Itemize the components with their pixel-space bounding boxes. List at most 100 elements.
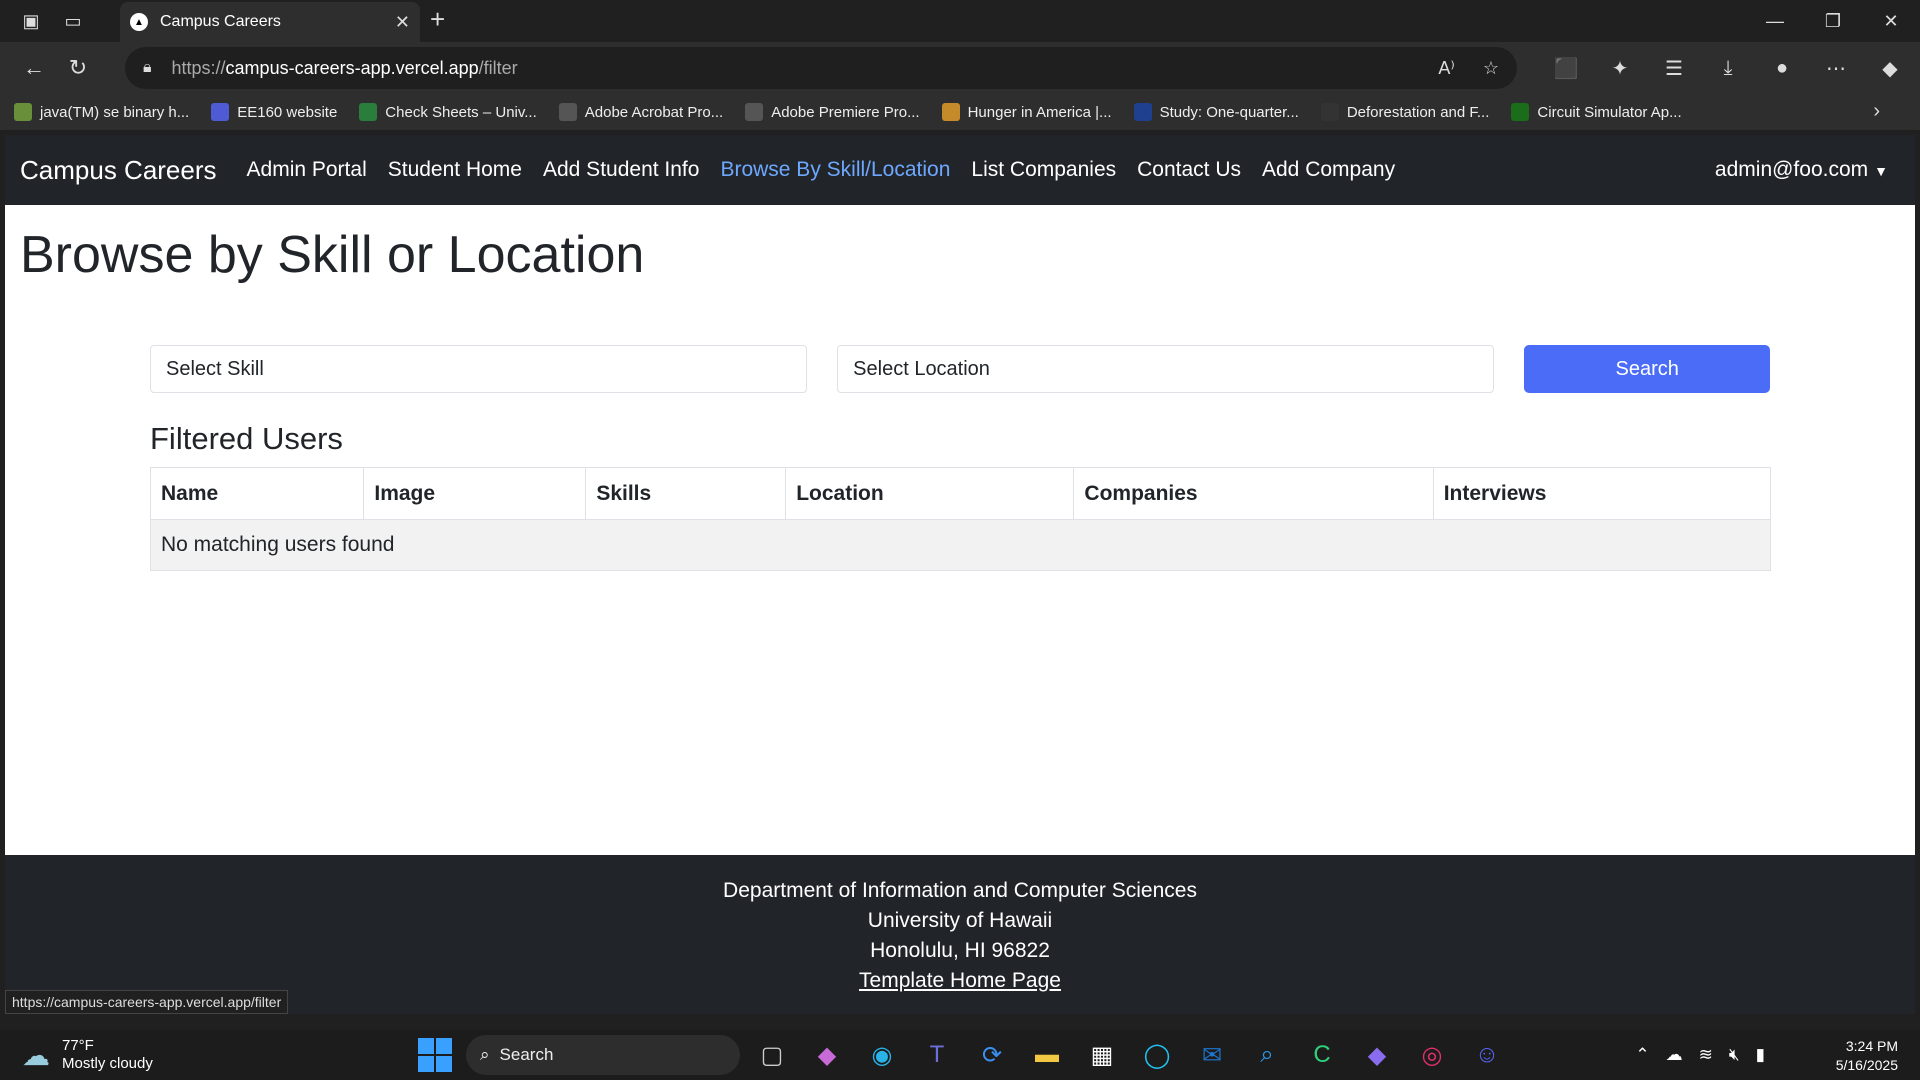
- taskbar-clock[interactable]: 3:24 PM 5/16/2025: [1836, 1037, 1898, 1075]
- alexa-icon[interactable]: ◯: [1137, 1035, 1177, 1075]
- user-dropdown[interactable]: admin@foo.com ▼: [1715, 158, 1888, 182]
- status-bar-url: https://campus-careers-app.vercel.app/fi…: [5, 990, 289, 1014]
- search-icon: ⌕: [480, 1045, 490, 1064]
- bookmark-item[interactable]: java(TM) se binary h...: [14, 103, 189, 121]
- bookmark-item[interactable]: Hunger in America |...: [941, 103, 1112, 121]
- search-button[interactable]: Search: [1524, 345, 1771, 393]
- extension-icon[interactable]: ⬛: [1546, 48, 1586, 88]
- favorites-icon[interactable]: ☰: [1654, 48, 1694, 88]
- taskbar-search-label: Search: [499, 1045, 554, 1064]
- nav-link[interactable]: Add Company: [1262, 158, 1395, 182]
- bookmark-label: Adobe Acrobat Pro...: [584, 103, 724, 121]
- bookmark-item[interactable]: Check Sheets – Univ...: [359, 103, 537, 121]
- box-icon: [14, 103, 32, 121]
- show-hidden-icons-icon[interactable]: ⌃: [1635, 1045, 1649, 1065]
- clion-icon[interactable]: C: [1302, 1035, 1342, 1075]
- extensions-puzzle-icon[interactable]: ✦: [1600, 48, 1640, 88]
- column-header[interactable]: Location: [785, 467, 1075, 520]
- url-host: campus-careers-app.vercel.app: [225, 57, 479, 78]
- m365-icon[interactable]: ◆: [1357, 1035, 1397, 1075]
- lock-icon[interactable]: 🔒︎: [143, 59, 152, 77]
- url-scheme: https://: [171, 57, 226, 78]
- footer-university: University of Hawaii: [867, 909, 1053, 932]
- nav-link[interactable]: Contact Us: [1137, 158, 1241, 182]
- restore-icon[interactable]: ❐: [1804, 0, 1862, 42]
- wifi-icon[interactable]: ≋: [1699, 1045, 1713, 1065]
- bookmark-item[interactable]: Study: One-quarter...: [1133, 103, 1299, 121]
- start-button[interactable]: [418, 1038, 452, 1072]
- taskbar: ☁ 77°F Mostly cloudy ⌕ Search ▢ ◆ ◉ T ⟳ …: [0, 1030, 1920, 1080]
- bookmarks-bar: java(TM) se binary h... EE160 website Chec…: [0, 94, 1920, 130]
- outlook-icon[interactable]: ✉: [1192, 1035, 1232, 1075]
- battery-icon[interactable]: ▮: [1756, 1045, 1765, 1065]
- bookmark-label: Deforestation and F...: [1346, 103, 1490, 121]
- minimize-icon[interactable]: —: [1746, 0, 1804, 42]
- column-header[interactable]: Name: [149, 467, 365, 520]
- weather-widget[interactable]: ☁ 77°F Mostly cloudy: [22, 1030, 153, 1080]
- browser-toolbar: ← ↻ 🔒︎ https://campus-careers-app.vercel…: [0, 42, 1920, 94]
- weather-condition: Mostly cloudy: [62, 1055, 153, 1072]
- onedrive-icon[interactable]: ☁: [1666, 1045, 1683, 1065]
- window-controls: — ❐ ✕: [1746, 0, 1920, 42]
- filtered-users-table: Name Image Skills Location Companies Intervie…: [149, 467, 1772, 571]
- bookmark-label: Study: One-quarter...: [1159, 103, 1299, 121]
- nav-link[interactable]: Student Home: [388, 158, 522, 182]
- bookmark-item[interactable]: Adobe Acrobat Pro...: [558, 103, 724, 121]
- read-aloud-icon[interactable]: A⁾: [1438, 58, 1454, 79]
- bookmark-item[interactable]: EE160 website: [211, 103, 337, 121]
- bookmark-label: Hunger in America |...: [967, 103, 1112, 121]
- favorite-star-icon[interactable]: ☆: [1483, 58, 1499, 79]
- bookmark-label: Adobe Premiere Pro...: [771, 103, 920, 121]
- nav-link[interactable]: List Companies: [971, 158, 1116, 182]
- sync-app-icon[interactable]: ⟳: [972, 1035, 1012, 1075]
- tab-actions-icon[interactable]: ▭: [52, 0, 94, 42]
- workspaces-icon[interactable]: ▣: [10, 0, 52, 42]
- new-tab-icon[interactable]: +: [430, 4, 445, 35]
- copilot-app-icon[interactable]: ◆: [807, 1035, 847, 1075]
- file-explorer-icon[interactable]: ▬: [1027, 1035, 1067, 1075]
- column-header[interactable]: Image: [363, 467, 587, 520]
- instagram-icon[interactable]: ◎: [1412, 1035, 1452, 1075]
- circuit-icon: [1511, 103, 1530, 121]
- skill-select[interactable]: Select Skill: [150, 345, 808, 393]
- taskbar-apps: ▢ ◆ ◉ T ⟳ ▬ ▦ ◯ ✉ ⌕ C ◆ ◎ ☺: [752, 1035, 1507, 1075]
- site-brand[interactable]: Campus Careers: [20, 155, 217, 186]
- refresh-icon[interactable]: ↻: [56, 46, 100, 90]
- edge-icon[interactable]: ◉: [862, 1035, 902, 1075]
- discord-icon[interactable]: ☺: [1467, 1035, 1507, 1075]
- location-select[interactable]: Select Location: [837, 345, 1495, 393]
- system-tray: ⌃ ☁ ≋ 🔇︎ ▮: [1635, 1030, 1765, 1080]
- globe-icon: [558, 103, 577, 121]
- site-navbar: Campus Careers Admin Portal Student Home A…: [5, 135, 1915, 205]
- downloads-icon[interactable]: ⤓: [1708, 48, 1748, 88]
- template-home-link[interactable]: Template Home Page: [5, 966, 1915, 996]
- bookmark-label: java(TM) se binary h...: [40, 103, 190, 121]
- taskbar-search[interactable]: ⌕ Search: [466, 1035, 740, 1075]
- table-header-row: Name Image Skills Location Companies Intervie…: [149, 467, 1772, 520]
- bookmark-item[interactable]: Deforestation and F...: [1320, 103, 1490, 121]
- list-icon: [211, 103, 230, 121]
- bookmarks-overflow-icon[interactable]: ›: [1873, 100, 1880, 123]
- task-view-icon[interactable]: ▢: [752, 1035, 792, 1075]
- copilot-icon[interactable]: ◆: [1870, 48, 1910, 88]
- nav-link[interactable]: Browse By Skill/Location: [720, 158, 950, 182]
- column-header[interactable]: Skills: [585, 467, 787, 520]
- bookmark-item[interactable]: Adobe Premiere Pro...: [745, 103, 920, 121]
- column-header[interactable]: Interviews: [1432, 467, 1772, 520]
- nav-link[interactable]: Add Student Info: [543, 158, 699, 182]
- teams-icon[interactable]: T: [917, 1035, 957, 1075]
- close-tab-icon[interactable]: ✕: [395, 12, 410, 33]
- store-icon[interactable]: ▦: [1082, 1035, 1122, 1075]
- more-menu-icon[interactable]: ⋯: [1816, 48, 1856, 88]
- profile-avatar-icon[interactable]: ●: [1762, 48, 1802, 88]
- bookmark-item[interactable]: Circuit Simulator Ap...: [1511, 103, 1682, 121]
- nav-link[interactable]: Admin Portal: [247, 158, 367, 182]
- volume-muted-icon[interactable]: 🔇︎: [1729, 1045, 1740, 1065]
- table-row: No matching users found: [150, 519, 1771, 571]
- browser-tab[interactable]: ▲ Campus Careers ✕: [120, 2, 420, 42]
- address-bar[interactable]: 🔒︎ https://campus-careers-app.vercel.app…: [125, 47, 1517, 89]
- search-app-icon[interactable]: ⌕: [1247, 1035, 1287, 1075]
- back-icon[interactable]: ←: [12, 46, 56, 90]
- close-window-icon[interactable]: ✕: [1862, 0, 1920, 42]
- column-header[interactable]: Companies: [1073, 467, 1434, 520]
